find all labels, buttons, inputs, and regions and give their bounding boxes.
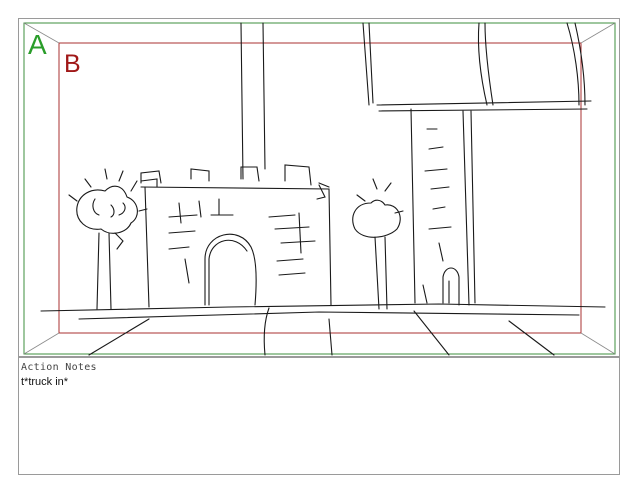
castle-sketch xyxy=(40,22,606,356)
action-notes-text[interactable]: t*truck in* xyxy=(21,376,68,388)
storyboard-frame[interactable]: A B xyxy=(18,18,620,357)
action-notes-panel[interactable]: Action Notes t*truck in* xyxy=(18,357,620,475)
safe-area-label-b: B xyxy=(64,50,81,78)
action-notes-header: Action Notes xyxy=(21,362,97,373)
safe-area-label-a: A xyxy=(28,29,47,60)
sketch-canvas xyxy=(23,22,616,356)
